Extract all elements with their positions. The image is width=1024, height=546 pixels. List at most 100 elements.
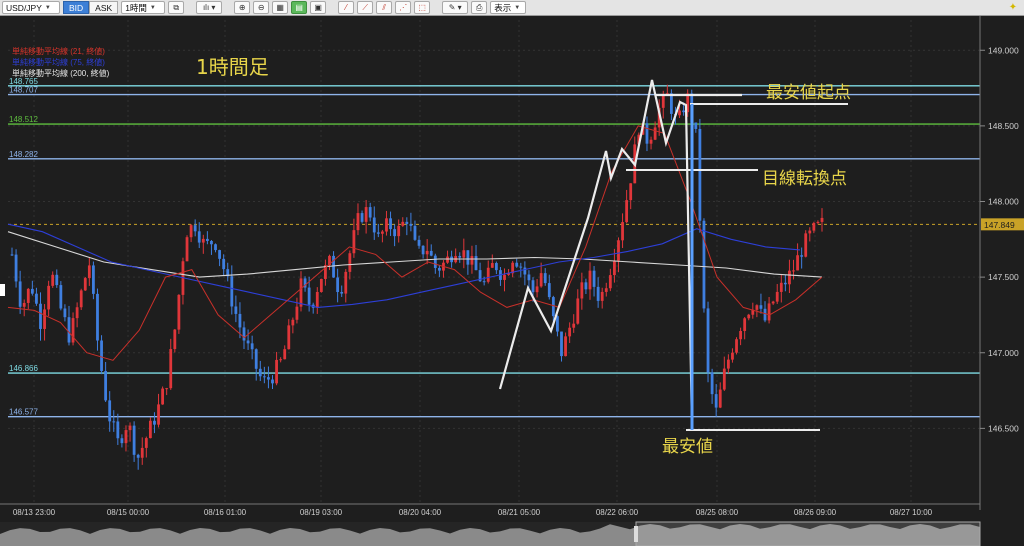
candle-body	[389, 218, 392, 230]
candle-body	[796, 255, 799, 271]
x-tick-label: 08/21 05:00	[498, 508, 541, 517]
candle-body	[462, 250, 466, 258]
candle-body	[100, 340, 103, 371]
candle-body	[67, 317, 71, 343]
draw-fib-icon[interactable]: ⋰	[395, 1, 412, 14]
candle-body	[482, 281, 486, 283]
candle-body	[413, 225, 417, 240]
candle-body	[193, 225, 197, 232]
candle-body	[364, 207, 368, 222]
draw-shape-icon[interactable]: ⬚	[414, 1, 431, 14]
candle-body	[804, 233, 808, 257]
x-tick-label: 08/16 01:00	[204, 508, 247, 517]
candle-body	[283, 349, 287, 360]
candle-body	[596, 286, 600, 301]
candle-body	[645, 123, 649, 144]
candle-body	[165, 388, 169, 390]
zoom-out-icon[interactable]: ⊖	[253, 1, 270, 14]
legend-entry: 単純移動平均線 (200, 終値)	[12, 68, 110, 78]
candle-body	[726, 359, 730, 369]
candle-body	[153, 420, 156, 425]
timeframe-select-value: 1時間	[125, 2, 147, 13]
candle-body	[83, 278, 87, 291]
candle-body	[816, 221, 820, 223]
candle-body	[710, 372, 714, 395]
timeframe-select[interactable]: 1時間 ▼	[121, 1, 166, 14]
candle-body	[136, 454, 140, 458]
candle-body	[315, 291, 319, 308]
navigator-window	[635, 521, 981, 546]
lightbulb-icon[interactable]: ✦	[1006, 1, 1020, 14]
zoom-in-icon[interactable]: ⊕	[234, 1, 251, 14]
pencil-icon[interactable]: ✎ ▾	[442, 1, 469, 14]
candle-body	[820, 217, 824, 222]
candle-body	[148, 420, 152, 439]
candle-body	[230, 276, 234, 307]
candle-body	[79, 290, 83, 308]
candle-body	[368, 207, 372, 218]
candle-body	[783, 282, 787, 285]
candle-body	[43, 309, 46, 329]
candle-body	[360, 213, 364, 222]
candle-body	[197, 231, 201, 243]
candle-body	[242, 327, 246, 341]
ask-toggle[interactable]: ASK	[89, 1, 119, 14]
candle-body	[600, 291, 604, 301]
candle-body	[26, 288, 30, 303]
draw-line-icon[interactable]: ⁄	[338, 1, 355, 14]
candle-body	[267, 377, 270, 380]
y-tick-label: 147.000	[988, 348, 1019, 358]
candle-body	[568, 327, 572, 337]
candle-body	[112, 421, 116, 423]
horizontal-line-label: 148.707	[9, 86, 38, 95]
candle-body	[92, 265, 95, 294]
candle-body	[279, 359, 283, 361]
candle-body	[486, 267, 490, 282]
candle-body	[356, 213, 360, 231]
candle-body	[218, 250, 221, 259]
bid-toggle[interactable]: BID	[63, 1, 90, 14]
candle-body	[543, 273, 547, 284]
candle-body	[661, 94, 665, 108]
chart-type-icon[interactable]: ılı ▾	[196, 1, 223, 14]
candle-body	[437, 267, 441, 271]
candle-body	[470, 256, 474, 265]
indicator-icon[interactable]: ▤	[291, 1, 308, 14]
candle-body	[653, 127, 657, 140]
chart-canvas[interactable]: 148.765148.707 148.512 148.282 146.866 146.5…	[0, 16, 1024, 546]
candle-body	[466, 250, 470, 265]
candle-body	[336, 277, 340, 293]
candle-body	[238, 313, 242, 328]
candle-body	[120, 438, 124, 444]
candle-body	[551, 297, 555, 317]
candle-body	[214, 244, 217, 251]
candle-body	[376, 232, 380, 234]
candle-body	[718, 389, 722, 408]
candle-body	[258, 368, 262, 377]
x-tick-label: 08/25 08:00	[696, 508, 739, 517]
candle-body	[201, 238, 205, 243]
y-tick-label: 147.500	[988, 272, 1019, 282]
candle-body	[735, 339, 738, 353]
chevron-down-icon: ▼	[44, 4, 51, 11]
candle-body	[808, 230, 812, 234]
candle-body	[474, 256, 478, 271]
x-tick-label: 08/20 04:00	[399, 508, 442, 517]
display-select[interactable]: 表示 ▼	[490, 1, 527, 14]
price-chart[interactable]: 148.765 148.707 148.512 148.282 146.866 146.5…	[0, 16, 1024, 546]
link-icon[interactable]: ⧉	[168, 1, 185, 14]
horizontal-line-label: 148.765	[9, 77, 38, 86]
candle-body	[173, 329, 177, 350]
draw-channel-icon[interactable]: ⫽	[376, 1, 393, 14]
candle-body	[678, 110, 681, 116]
candle-body	[731, 352, 734, 360]
window-icon[interactable]: ▣	[310, 1, 327, 14]
draw-trend-icon[interactable]: ⟋	[357, 1, 374, 14]
candle-body	[47, 285, 51, 310]
symbol-select[interactable]: USD/JPY ▼	[2, 1, 60, 14]
camera-icon[interactable]: ⎙	[471, 1, 488, 14]
candle-body	[291, 319, 295, 326]
candle-body	[425, 250, 429, 255]
candle-body	[572, 323, 576, 328]
grid-icon[interactable]: ▦	[272, 1, 289, 14]
